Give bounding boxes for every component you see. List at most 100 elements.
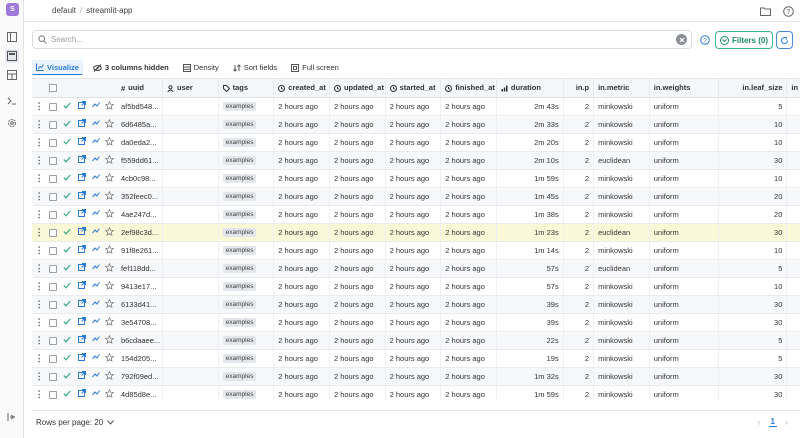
table-row[interactable]: ⋮ da0eda2... examples 2 hours ago 2 hours ag… <box>32 133 800 152</box>
cell-uuid[interactable]: 2ef98c3d... <box>116 223 163 242</box>
rows-per-page-select[interactable]: Rows per page: 20 <box>36 418 115 427</box>
compare-icon[interactable] <box>88 259 103 278</box>
column-header-duration[interactable]: duration <box>496 79 564 98</box>
table-row[interactable]: ⋮ 154d205... examples 2 hours ago 2 hours ag… <box>32 349 800 368</box>
star-icon[interactable] <box>102 115 117 134</box>
compare-icon[interactable] <box>88 367 103 386</box>
open-run-icon[interactable] <box>74 277 89 296</box>
tag-badge[interactable]: examples <box>222 156 257 165</box>
compare-icon[interactable] <box>88 115 103 134</box>
row-menu-icon[interactable]: ⋮ <box>32 169 47 188</box>
row-menu-icon[interactable]: ⋮ <box>32 151 47 170</box>
row-menu-icon[interactable]: ⋮ <box>32 295 47 314</box>
star-icon[interactable] <box>102 223 117 242</box>
column-header-finished-at[interactable]: finished_at <box>440 79 497 98</box>
row-menu-icon[interactable]: ⋮ <box>32 241 47 260</box>
compare-icon[interactable] <box>88 97 103 116</box>
row-checkbox[interactable] <box>46 277 61 296</box>
column-header-in-metric[interactable]: in.metric <box>593 79 650 98</box>
row-checkbox[interactable] <box>46 151 61 170</box>
current-page-number[interactable]: 1 <box>768 417 777 427</box>
next-page-icon[interactable]: › <box>785 417 788 427</box>
row-checkbox[interactable] <box>46 97 61 116</box>
table-row[interactable]: ⋮ fef118dd... examples 2 hours ago 2 hours a… <box>32 259 800 278</box>
open-run-icon[interactable] <box>74 133 89 152</box>
cell-uuid[interactable]: 6d6485a... <box>116 115 163 134</box>
tag-badge[interactable]: examples <box>222 120 257 129</box>
table-row[interactable]: ⋮ f559dd61... examples 2 hours ago 2 hours a… <box>32 151 800 170</box>
table-row[interactable]: ⋮ b6cdaaee... examples 2 hours ago 2 hours a… <box>32 331 800 350</box>
visualize-button[interactable]: Visualize <box>32 60 83 75</box>
tag-badge[interactable]: examples <box>222 210 257 219</box>
open-run-icon[interactable] <box>74 385 89 400</box>
tag-badge[interactable]: examples <box>222 102 257 111</box>
star-icon[interactable] <box>102 133 117 152</box>
row-checkbox[interactable] <box>46 133 61 152</box>
row-menu-icon[interactable]: ⋮ <box>32 277 47 296</box>
tag-badge[interactable]: examples <box>222 318 257 327</box>
open-run-icon[interactable] <box>74 241 89 260</box>
sort-fields-button[interactable]: Sort fields <box>229 60 281 75</box>
compare-icon[interactable] <box>88 295 103 314</box>
column-header-in-leaf-size[interactable]: in.leaf_size <box>718 79 788 98</box>
row-menu-icon[interactable]: ⋮ <box>32 259 47 278</box>
cell-uuid[interactable]: 792f09ed... <box>116 367 163 386</box>
compare-icon[interactable] <box>88 133 103 152</box>
star-icon[interactable] <box>102 259 117 278</box>
table-row[interactable]: ⋮ 2ef98c3d... examples 2 hours ago 2 hours a… <box>32 223 800 242</box>
open-run-icon[interactable] <box>74 205 89 224</box>
row-checkbox[interactable] <box>46 169 61 188</box>
search-input[interactable] <box>51 35 651 44</box>
cell-uuid[interactable]: b6cdaaee... <box>116 331 163 350</box>
star-icon[interactable] <box>102 241 117 260</box>
column-header-in-truncated[interactable]: in <box>786 79 800 98</box>
folder-icon[interactable] <box>758 4 772 18</box>
row-menu-icon[interactable]: ⋮ <box>32 223 47 242</box>
tag-badge[interactable]: examples <box>222 336 257 345</box>
column-header-tags[interactable]: tags <box>218 79 275 98</box>
tag-badge[interactable]: examples <box>222 174 257 183</box>
table-row[interactable]: ⋮ 3e54708... examples 2 hours ago 2 hours ag… <box>32 313 800 332</box>
star-icon[interactable] <box>102 205 117 224</box>
star-icon[interactable] <box>102 331 117 350</box>
cell-uuid[interactable]: 4cb0c98... <box>116 169 163 188</box>
cell-uuid[interactable]: 154d205... <box>116 349 163 368</box>
compare-icon[interactable] <box>88 385 103 400</box>
row-menu-icon[interactable]: ⋮ <box>32 349 47 368</box>
hidden-columns-button[interactable]: 3 columns hidden <box>89 60 173 75</box>
cell-uuid[interactable]: 4d85d8e... <box>116 385 163 400</box>
star-icon[interactable] <box>102 277 117 296</box>
prev-page-icon[interactable]: ‹ <box>758 417 761 427</box>
star-icon[interactable] <box>102 313 117 332</box>
compare-icon[interactable] <box>88 151 103 170</box>
row-checkbox[interactable] <box>46 367 61 386</box>
row-checkbox[interactable] <box>46 241 61 260</box>
tag-badge[interactable]: examples <box>222 354 257 363</box>
compare-icon[interactable] <box>88 169 103 188</box>
compare-icon[interactable] <box>88 187 103 206</box>
open-run-icon[interactable] <box>74 151 89 170</box>
compare-icon[interactable] <box>88 277 103 296</box>
row-checkbox[interactable] <box>46 313 61 332</box>
row-checkbox[interactable] <box>46 349 61 368</box>
open-run-icon[interactable] <box>74 187 89 206</box>
table-row[interactable]: ⋮ 6d6485a... examples 2 hours ago 2 hours ag… <box>32 115 800 134</box>
runs-table-icon[interactable] <box>5 49 19 63</box>
row-menu-icon[interactable]: ⋮ <box>32 367 47 386</box>
row-checkbox[interactable] <box>46 205 61 224</box>
expand-sidebar-icon[interactable] <box>5 410 19 424</box>
table-row[interactable]: ⋮ 352feec0... examples 2 hours ago 2 hours a… <box>32 187 800 206</box>
table-row[interactable]: ⋮ 4ae247d... examples 2 hours ago 2 hours ag… <box>32 205 800 224</box>
tag-badge[interactable]: examples <box>222 282 257 291</box>
select-all-checkbox[interactable] <box>46 79 61 98</box>
row-checkbox[interactable] <box>46 115 61 134</box>
cell-uuid[interactable]: 6133d41... <box>116 295 163 314</box>
open-run-icon[interactable] <box>74 313 89 332</box>
open-run-icon[interactable] <box>74 115 89 134</box>
star-icon[interactable] <box>102 349 117 368</box>
tag-badge[interactable]: examples <box>222 390 257 399</box>
star-icon[interactable] <box>102 187 117 206</box>
row-menu-icon[interactable]: ⋮ <box>32 187 47 206</box>
breadcrumb-app[interactable]: streamlit-app <box>86 6 132 15</box>
cell-uuid[interactable]: f559dd61... <box>116 151 163 170</box>
